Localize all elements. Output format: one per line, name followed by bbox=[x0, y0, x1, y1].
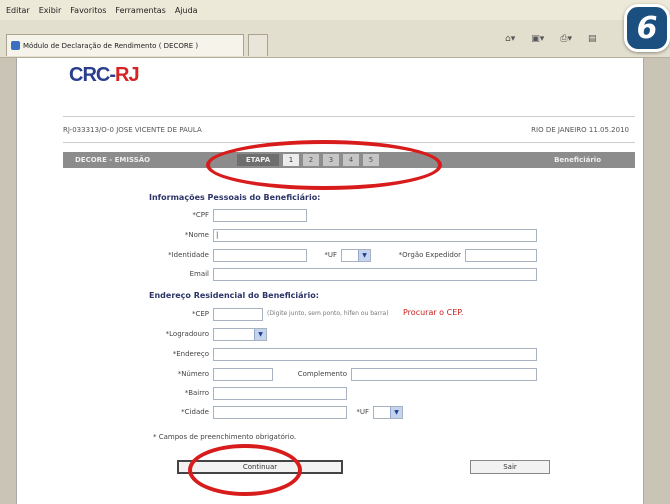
menu-item-exibir[interactable]: Exibir bbox=[39, 6, 62, 15]
logradouro-label: *Logradouro bbox=[165, 330, 209, 338]
cep-label: *CEP bbox=[191, 310, 209, 318]
step-1[interactable]: 1 bbox=[283, 154, 299, 166]
cidade-field[interactable] bbox=[213, 406, 347, 419]
step-navigation-bar: DECORE - EMISSÃO ETAPA 1 2 3 4 5 Benefic… bbox=[63, 152, 635, 168]
uf2-select[interactable]: ▼ bbox=[373, 406, 403, 419]
browser-tab[interactable]: Módulo de Declaração de Rendimento ( DEC… bbox=[6, 34, 244, 56]
menu-item-ajuda[interactable]: Ajuda bbox=[175, 6, 198, 15]
step-5[interactable]: 5 bbox=[363, 154, 379, 166]
bairro-label: *Bairro bbox=[184, 389, 209, 397]
uf-label: *UF bbox=[324, 251, 337, 259]
endereco-label: *Endereço bbox=[172, 350, 209, 358]
page-icon[interactable]: ▤ bbox=[588, 34, 597, 44]
numero-field[interactable] bbox=[213, 368, 273, 381]
tab-title: Módulo de Declaração de Rendimento ( DEC… bbox=[23, 41, 199, 50]
required-fields-note: * Campos de preenchimento obrigatório. bbox=[153, 433, 297, 441]
page-content: CRC-RJ RJ-033313/O-0 JOSE VICENTE DE PAU… bbox=[16, 58, 644, 504]
print-icon[interactable]: ⎙▾ bbox=[560, 34, 572, 44]
email-label: Email bbox=[189, 270, 209, 278]
feeds-icon[interactable]: ▣▾ bbox=[531, 34, 544, 44]
chevron-down-icon: ▼ bbox=[358, 250, 370, 261]
step-3[interactable]: 3 bbox=[323, 154, 339, 166]
chevron-down-icon: ▼ bbox=[390, 407, 402, 418]
personal-info-heading: Informações Pessoais do Beneficiário: bbox=[149, 193, 321, 202]
bairro-field[interactable] bbox=[213, 387, 347, 400]
endereco-field[interactable] bbox=[213, 348, 537, 361]
nome-label: *Nome bbox=[184, 231, 209, 239]
find-cep-link[interactable]: Procurar o CEP. bbox=[403, 308, 463, 317]
address-heading: Endereço Residencial do Beneficiário: bbox=[149, 291, 319, 300]
menu-item-favoritos[interactable]: Favoritos bbox=[70, 6, 106, 15]
exit-button[interactable]: Sair bbox=[470, 460, 550, 474]
step-2[interactable]: 2 bbox=[303, 154, 319, 166]
step-4[interactable]: 4 bbox=[343, 154, 359, 166]
home-icon[interactable]: ⌂▾ bbox=[505, 34, 515, 44]
complemento-label: Complemento bbox=[297, 370, 347, 378]
browser-toolbar: ⌂▾ ▣▾ ⎙▾ ▤ bbox=[505, 34, 597, 44]
chevron-down-icon: ▼ bbox=[254, 329, 266, 340]
uf-select[interactable]: ▼ bbox=[341, 249, 371, 262]
identidade-label: *Identidade bbox=[168, 251, 209, 259]
divider bbox=[63, 142, 635, 143]
cidade-label: *Cidade bbox=[181, 408, 209, 416]
step-number-badge: 6 bbox=[624, 4, 670, 52]
etapa-label: ETAPA bbox=[237, 154, 279, 166]
user-identification: RJ-033313/O-0 JOSE VICENTE DE PAULA bbox=[63, 126, 202, 134]
menu-item-editar[interactable]: Editar bbox=[6, 6, 30, 15]
orgao-label: *Orgão Expedidor bbox=[398, 251, 461, 259]
continue-button[interactable]: Continuar bbox=[177, 460, 343, 474]
complemento-field[interactable] bbox=[351, 368, 537, 381]
identidade-field[interactable] bbox=[213, 249, 307, 262]
menu-item-ferramentas[interactable]: Ferramentas bbox=[115, 6, 165, 15]
divider bbox=[63, 116, 635, 117]
numero-label: *Número bbox=[177, 370, 209, 378]
current-section-label: Beneficiário bbox=[554, 156, 601, 164]
location-date: RIO DE JANEIRO 11.05.2010 bbox=[531, 126, 629, 134]
page-favicon-icon bbox=[11, 41, 20, 50]
cep-hint: (Digite junto, sem ponto, hífen ou barra… bbox=[267, 310, 389, 317]
email-field[interactable] bbox=[213, 268, 537, 281]
crc-rj-logo: CRC-RJ bbox=[69, 64, 140, 87]
cep-field[interactable] bbox=[213, 308, 263, 321]
cpf-field[interactable] bbox=[213, 209, 307, 222]
logradouro-select[interactable]: ▼ bbox=[213, 328, 267, 341]
orgao-field[interactable] bbox=[465, 249, 537, 262]
logo-crc-text: CRC- bbox=[69, 64, 116, 86]
nome-field[interactable]: | bbox=[213, 229, 537, 242]
new-tab-button[interactable] bbox=[248, 34, 268, 56]
uf2-label: *UF bbox=[356, 408, 369, 416]
logo-rj-text: RJ bbox=[115, 64, 140, 86]
cpf-label: *CPF bbox=[192, 211, 209, 219]
module-title: DECORE - EMISSÃO bbox=[75, 156, 151, 164]
browser-menubar: Editar Exibir Favoritos Ferramentas Ajud… bbox=[0, 0, 670, 20]
